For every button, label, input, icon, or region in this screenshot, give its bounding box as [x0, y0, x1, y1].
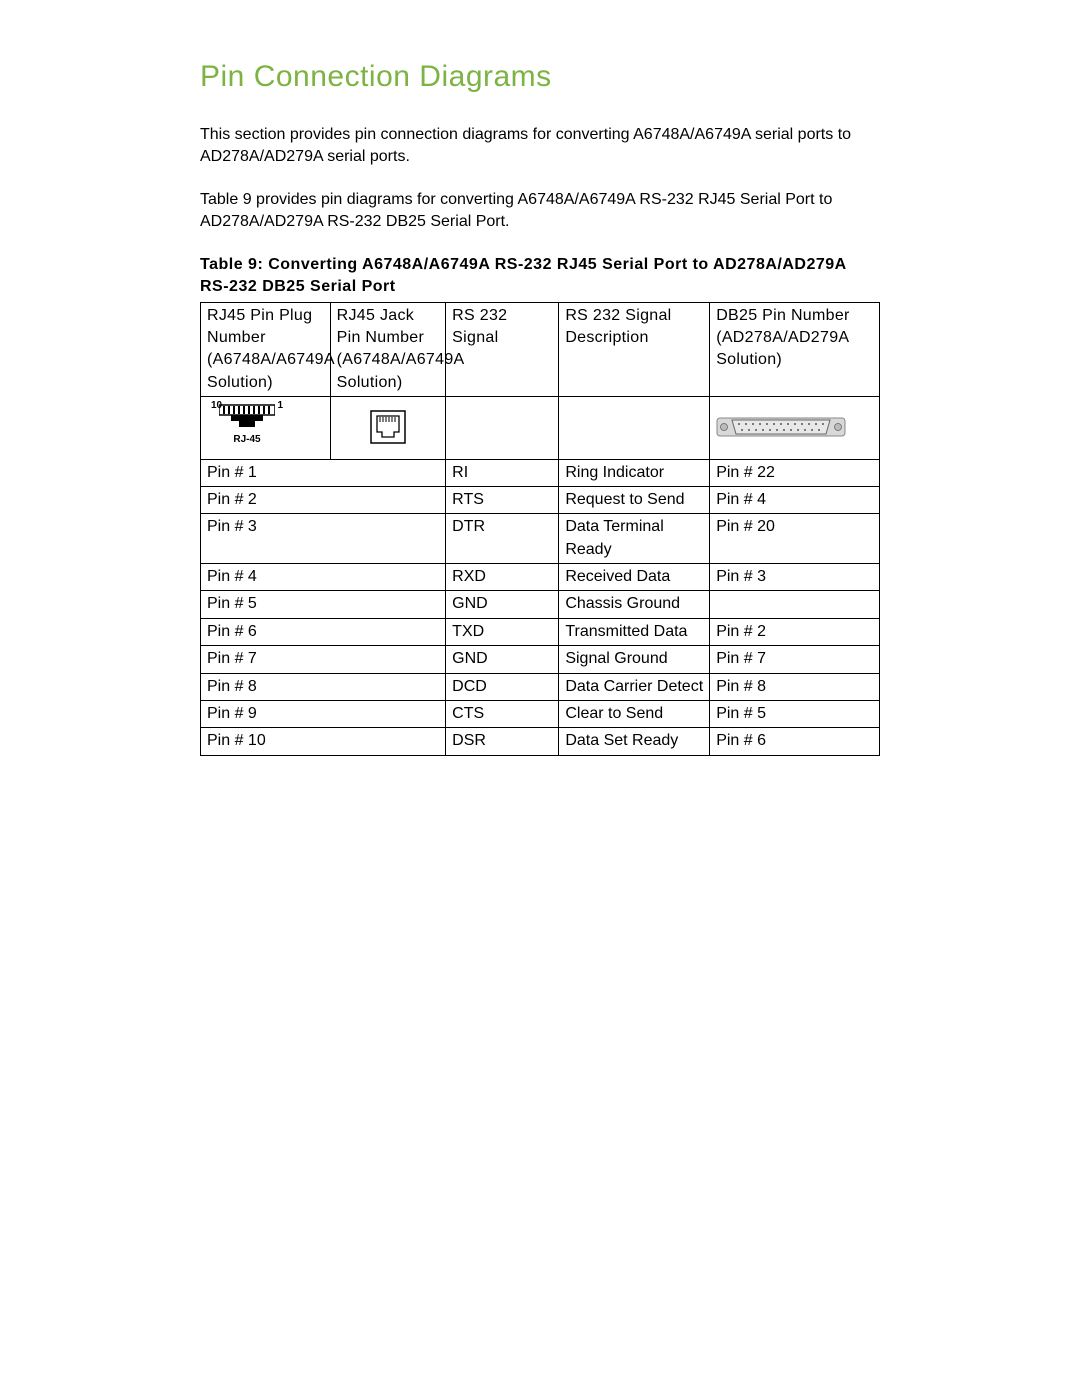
- table-row: Pin # 5GNDChassis Ground: [201, 591, 880, 618]
- table-row: Pin # 7GNDSignal GroundPin # 7: [201, 646, 880, 673]
- table-row: Pin # 3DTRData Terminal ReadyPin # 20: [201, 514, 880, 564]
- cell-signal: RTS: [446, 486, 559, 513]
- cell-signal: DCD: [446, 673, 559, 700]
- cell-description: Request to Send: [559, 486, 710, 513]
- cell-signal: DTR: [446, 514, 559, 564]
- cell-signal: CTS: [446, 701, 559, 728]
- cell-description: Chassis Ground: [559, 591, 710, 618]
- table-row: Pin # 2RTSRequest to SendPin # 4: [201, 486, 880, 513]
- header-db25-pin: DB25 Pin Number (AD278A/AD279A Solution): [710, 302, 880, 397]
- cell-description: Data Terminal Ready: [559, 514, 710, 564]
- cell-db25-pin: Pin # 5: [710, 701, 880, 728]
- cell-rj45-pin: Pin # 5: [201, 591, 446, 618]
- cell-rj45-pin: Pin # 7: [201, 646, 446, 673]
- cell-description: Data Carrier Detect: [559, 673, 710, 700]
- cell-signal: DSR: [446, 728, 559, 755]
- cell-db25-pin: Pin # 8: [710, 673, 880, 700]
- cell-description: Transmitted Data: [559, 618, 710, 645]
- rj45-bottom-label: RJ-45: [207, 433, 287, 447]
- pin-connection-table: RJ45 Pin Plug Number (A6748A/A6749A Solu…: [200, 302, 880, 756]
- table-header-row: RJ45 Pin Plug Number (A6748A/A6749A Solu…: [201, 302, 880, 397]
- intro-paragraph-2: Table 9 provides pin diagrams for conver…: [200, 189, 880, 232]
- cell-description: Received Data: [559, 564, 710, 591]
- cell-signal: GND: [446, 591, 559, 618]
- rj45-plug-icon: 10 1: [207, 401, 287, 445]
- cell-rj45-pin: Pin # 1: [201, 459, 446, 486]
- cell-signal: TXD: [446, 618, 559, 645]
- cell-db25-pin: Pin # 20: [710, 514, 880, 564]
- cell-db25-pin: Pin # 7: [710, 646, 880, 673]
- db25-cell: [710, 397, 880, 459]
- cell-rj45-pin: Pin # 9: [201, 701, 446, 728]
- cell-signal: GND: [446, 646, 559, 673]
- cell-description: Data Set Ready: [559, 728, 710, 755]
- header-rj45-plug: RJ45 Pin Plug Number (A6748A/A6749A Solu…: [201, 302, 331, 397]
- cell-db25-pin: Pin # 3: [710, 564, 880, 591]
- cell-description: Signal Ground: [559, 646, 710, 673]
- cell-signal: RXD: [446, 564, 559, 591]
- header-rj45-jack: RJ45 Jack Pin Number (A6748A/A6749A Solu…: [330, 302, 446, 397]
- table-row: Pin # 1RIRing IndicatorPin # 22: [201, 459, 880, 486]
- db25-connector-icon: [716, 412, 873, 442]
- connector-image-row: 10 1: [201, 397, 880, 459]
- header-rs232-signal: RS 232 Signal: [446, 302, 559, 397]
- table-row: Pin # 4RXDReceived DataPin # 3: [201, 564, 880, 591]
- header-rs232-desc: RS 232 Signal Description: [559, 302, 710, 397]
- cell-db25-pin: Pin # 2: [710, 618, 880, 645]
- cell-rj45-pin: Pin # 8: [201, 673, 446, 700]
- cell-rj45-pin: Pin # 2: [201, 486, 446, 513]
- empty-cell: [446, 397, 559, 459]
- cell-db25-pin: Pin # 6: [710, 728, 880, 755]
- empty-cell: [559, 397, 710, 459]
- cell-db25-pin: Pin # 4: [710, 486, 880, 513]
- cell-db25-pin: Pin # 22: [710, 459, 880, 486]
- table-row: Pin # 9CTSClear to SendPin # 5: [201, 701, 880, 728]
- page-heading: Pin Connection Diagrams: [200, 60, 880, 94]
- table-caption: Table 9: Converting A6748A/A6749A RS-232…: [200, 254, 880, 297]
- rj45-plug-cell: 10 1: [201, 397, 331, 459]
- cell-signal: RI: [446, 459, 559, 486]
- table-row: Pin # 8DCDData Carrier DetectPin # 8: [201, 673, 880, 700]
- table-row: Pin # 6TXDTransmitted DataPin # 2: [201, 618, 880, 645]
- cell-db25-pin: [710, 591, 880, 618]
- cell-rj45-pin: Pin # 10: [201, 728, 446, 755]
- table-row: Pin # 10DSRData Set ReadyPin # 6: [201, 728, 880, 755]
- rj45-pin1-label: 1: [277, 399, 283, 413]
- cell-description: Clear to Send: [559, 701, 710, 728]
- rj45-jack-icon: [337, 410, 440, 444]
- rj45-jack-cell: [330, 397, 446, 459]
- intro-paragraph-1: This section provides pin connection dia…: [200, 124, 880, 167]
- cell-rj45-pin: Pin # 6: [201, 618, 446, 645]
- cell-rj45-pin: Pin # 3: [201, 514, 446, 564]
- cell-rj45-pin: Pin # 4: [201, 564, 446, 591]
- cell-description: Ring Indicator: [559, 459, 710, 486]
